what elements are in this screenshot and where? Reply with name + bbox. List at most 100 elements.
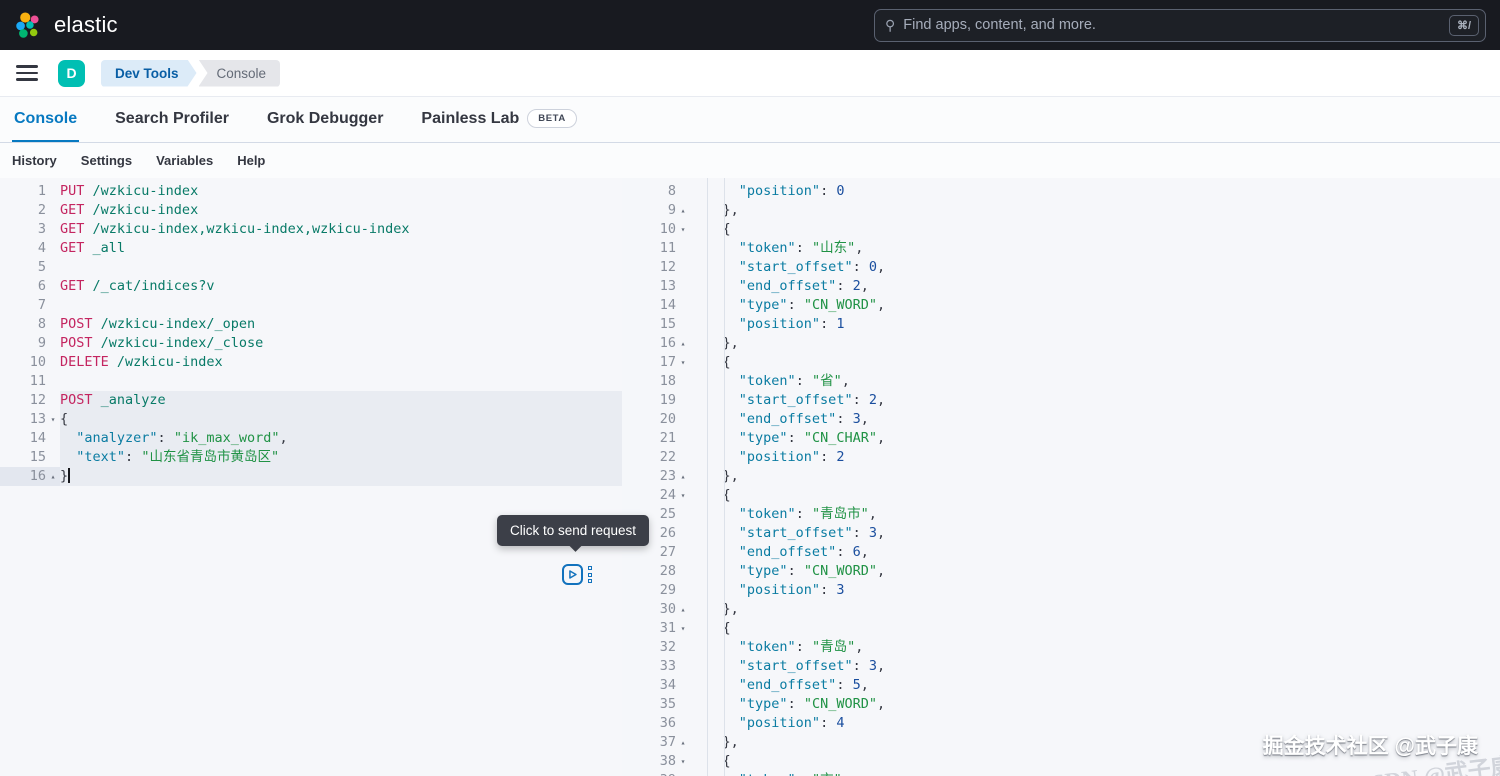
line-number: 10 (659, 221, 676, 237)
output-line[interactable]: 10 ▾ { (650, 220, 1500, 239)
editor-line[interactable]: 1 PUT /wzkicu-index (0, 182, 622, 201)
space-badge[interactable]: D (58, 59, 85, 87)
output-line[interactable]: 27 "end_offset": 6, (650, 543, 1500, 562)
output-line[interactable]: 24 ▾ { (650, 486, 1500, 505)
response-output-pane[interactable]: 8 "position": 0 9 ▴ }, 10 ▾ {11 "token": "山东… (650, 178, 1500, 776)
editor-line[interactable]: 9 POST /wzkicu-index/_close (0, 334, 622, 353)
output-line[interactable]: 32 "token": "青岛", (650, 638, 1500, 657)
output-line[interactable]: 19 "start_offset": 2, (650, 391, 1500, 410)
line-number: 12 (659, 259, 676, 275)
output-line[interactable]: 16 ▴ }, (650, 334, 1500, 353)
editor-line[interactable]: 2 GET /wzkicu-index (0, 201, 622, 220)
line-number: 15 (659, 316, 676, 332)
line-number: 7 (37, 297, 46, 313)
output-line[interactable]: 9 ▴ }, (650, 201, 1500, 220)
output-line[interactable]: 31 ▾ { (650, 619, 1500, 638)
fold-toggle-icon[interactable]: ▴ (676, 334, 690, 353)
fold-toggle-icon[interactable]: ▾ (676, 752, 690, 771)
editor-line[interactable]: 6 GET /_cat/indices?v (0, 277, 622, 296)
brand-title: elastic (54, 12, 118, 37)
editor-line[interactable]: 12 POST _analyze (0, 391, 622, 410)
editor-line[interactable]: 4 GET _all (0, 239, 622, 258)
editor-line[interactable]: 11 (0, 372, 622, 391)
menu-hamburger-icon[interactable] (16, 65, 38, 81)
editor-line[interactable]: 16 ▴} (0, 467, 622, 486)
output-line[interactable]: 8 "position": 0 (650, 182, 1500, 201)
output-line[interactable]: 13 "end_offset": 2, (650, 277, 1500, 296)
output-line[interactable]: 28 "type": "CN_WORD", (650, 562, 1500, 581)
editor-line[interactable]: 14 "analyzer": "ik_max_word", (0, 429, 622, 448)
code-text: "position": 2 (738, 449, 845, 465)
output-line[interactable]: 12 "start_offset": 0, (650, 258, 1500, 277)
output-line[interactable]: 25 "token": "青岛市", (650, 505, 1500, 524)
output-line[interactable]: 20 "end_offset": 3, (650, 410, 1500, 429)
console-menu-history[interactable]: History (12, 153, 57, 168)
editor-line[interactable]: 13 ▾{ (0, 410, 622, 429)
code-text (60, 258, 622, 277)
output-line[interactable]: 33 "start_offset": 3, (650, 657, 1500, 676)
output-line[interactable]: 15 "position": 1 (650, 315, 1500, 334)
output-line[interactable]: 14 "type": "CN_WORD", (650, 296, 1500, 315)
output-line[interactable]: 23 ▴ }, (650, 467, 1500, 486)
output-line[interactable]: 35 "type": "CN_WORD", (650, 695, 1500, 714)
send-request-button[interactable] (562, 564, 583, 585)
fold-toggle-icon[interactable]: ▾ (676, 486, 690, 505)
fold-toggle-icon[interactable]: ▴ (676, 467, 690, 486)
breadcrumb: Dev Tools Console (101, 59, 281, 87)
output-line[interactable]: 11 "token": "山东", (650, 239, 1500, 258)
editor-line[interactable]: 8 POST /wzkicu-index/_open (0, 315, 622, 334)
tab-grok-debugger[interactable]: Grok Debugger (265, 100, 385, 142)
output-line[interactable]: 18 "token": "省", (650, 372, 1500, 391)
output-line[interactable]: 30 ▴ }, (650, 600, 1500, 619)
breadcrumb-console[interactable]: Console (198, 59, 281, 87)
editor-line[interactable]: 15 "text": "山东省青岛市黄岛区" (0, 448, 622, 467)
global-search-input[interactable]: ⚲ Find apps, content, and more. ⌘/ (874, 8, 1486, 42)
fold-toggle-icon[interactable]: ▴ (676, 600, 690, 619)
output-line[interactable]: 22 "position": 2 (650, 448, 1500, 467)
output-line[interactable]: 26 "start_offset": 3, (650, 524, 1500, 543)
fold-toggle-icon[interactable]: ▴ (676, 733, 690, 752)
request-editor-pane[interactable]: 1 PUT /wzkicu-index 2 GET /wzkicu-index 3 GET… (0, 178, 622, 776)
line-number: 39 (650, 771, 676, 776)
fold-toggle-icon[interactable]: ▴ (676, 201, 690, 220)
editor-line[interactable]: 3 GET /wzkicu-index,wzkicu-index,wzkicu-i… (0, 220, 622, 239)
line-number: 12 (29, 392, 46, 408)
editor-line[interactable]: 10 DELETE /wzkicu-index (0, 353, 622, 372)
fold-toggle-icon[interactable]: ▾ (46, 410, 60, 429)
search-shortcut-badge: ⌘/ (1448, 14, 1479, 36)
console-menu-variables[interactable]: Variables (156, 153, 213, 168)
code-text: } (60, 467, 622, 486)
fold-toggle-icon[interactable]: ▾ (676, 619, 690, 638)
editor-line[interactable]: 5 (0, 258, 622, 277)
console-menu-help[interactable]: Help (237, 153, 265, 168)
fold-toggle-icon[interactable]: ▾ (676, 220, 690, 239)
tab-search-profiler[interactable]: Search Profiler (113, 100, 231, 142)
line-number: 22 (659, 449, 676, 465)
output-line[interactable]: 34 "end_offset": 5, (650, 676, 1500, 695)
code-text: "start_offset": 3, (738, 525, 886, 541)
code-text: "start_offset": 0, (738, 259, 886, 275)
output-line[interactable]: 29 "position": 3 (650, 581, 1500, 600)
code-text: "end_offset": 2, (738, 278, 869, 294)
tab-console[interactable]: Console (12, 100, 80, 142)
fold-toggle-icon[interactable]: ▾ (676, 353, 690, 372)
editor-line[interactable]: 7 (0, 296, 622, 315)
fold-toggle-icon[interactable]: ▴ (46, 467, 60, 486)
console-menu-settings[interactable]: Settings (81, 153, 132, 168)
breadcrumb-dev-tools[interactable]: Dev Tools (101, 60, 197, 87)
code-text: GET _all (60, 240, 126, 256)
code-text: }, (690, 202, 739, 218)
output-line[interactable]: 17 ▾ { (650, 353, 1500, 372)
tab-painless-lab[interactable]: Painless Lab BETA (419, 99, 578, 142)
request-options-icon[interactable] (588, 564, 592, 585)
output-line[interactable]: 21 "type": "CN_CHAR", (650, 429, 1500, 448)
code-text: { (60, 410, 622, 429)
